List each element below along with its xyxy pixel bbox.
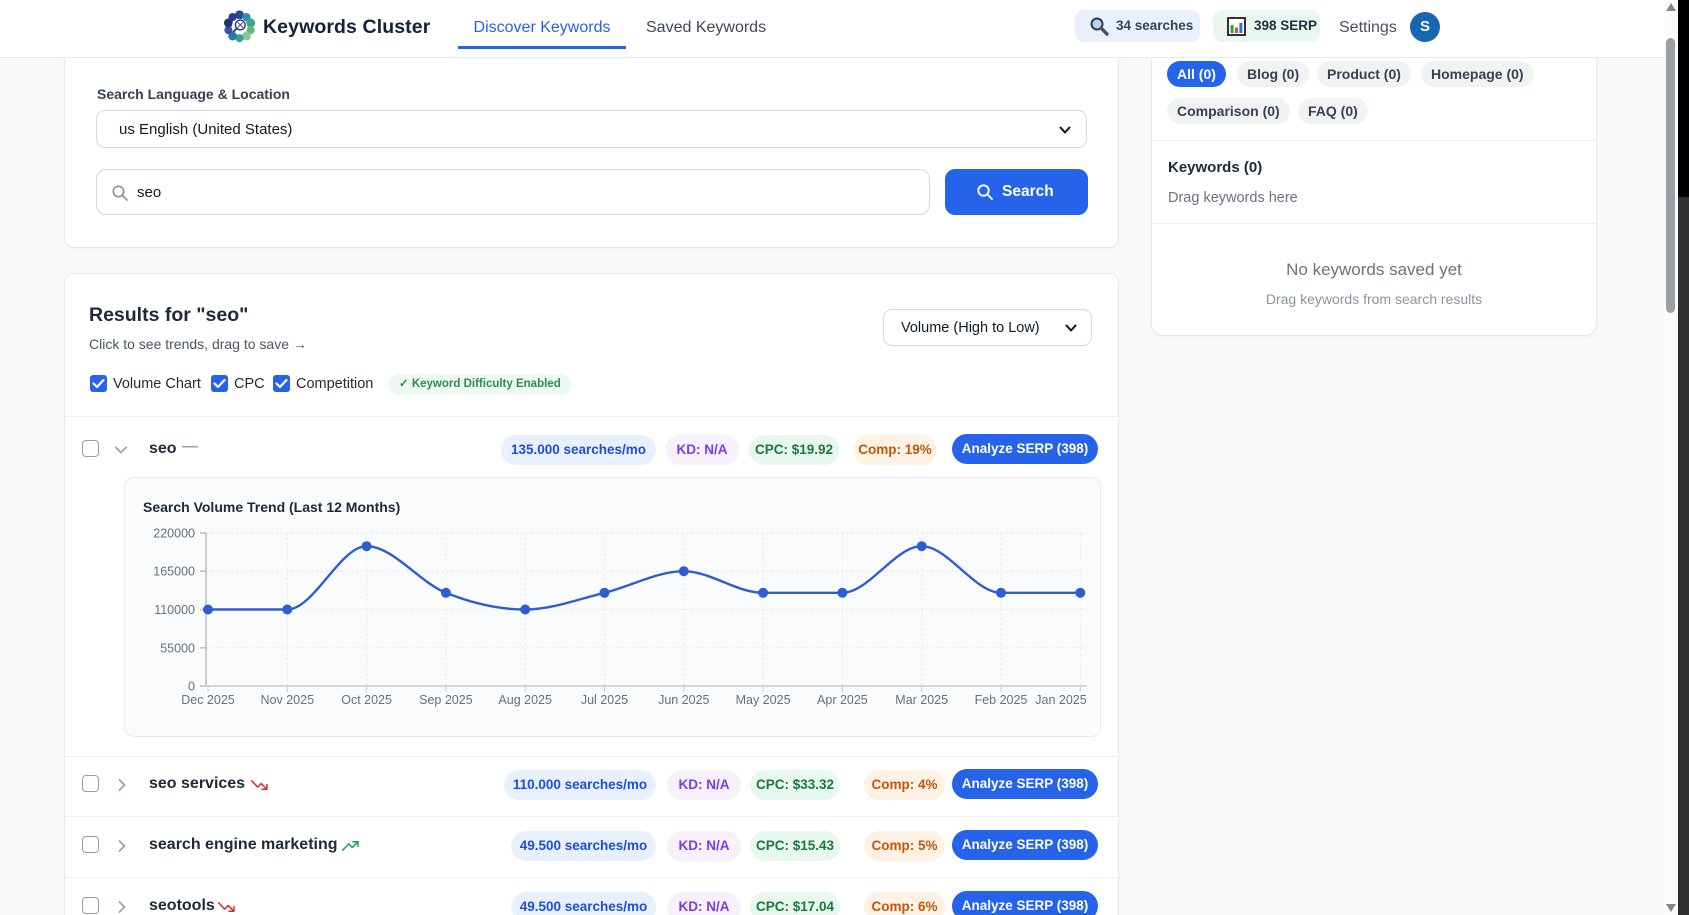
svg-text:May 2025: May 2025: [736, 693, 791, 707]
svg-text:55000: 55000: [160, 641, 195, 655]
svg-text:Jul 2025: Jul 2025: [581, 693, 628, 707]
svg-text:110000: 110000: [154, 603, 195, 617]
svg-text:Aug 2025: Aug 2025: [498, 693, 552, 707]
svg-text:Nov 2025: Nov 2025: [261, 693, 315, 707]
svg-text:0: 0: [188, 680, 195, 694]
svg-text:Apr 2025: Apr 2025: [817, 693, 868, 707]
svg-text:Mar 2025: Mar 2025: [895, 693, 948, 707]
svg-text:165000: 165000: [153, 565, 195, 579]
svg-text:220000: 220000: [153, 527, 195, 541]
svg-text:Feb 2025: Feb 2025: [975, 693, 1028, 707]
svg-text:Jan 2025: Jan 2025: [1035, 693, 1086, 707]
svg-text:Sep 2025: Sep 2025: [419, 693, 473, 707]
svg-text:Oct 2025: Oct 2025: [341, 693, 392, 707]
svg-text:Dec 2025: Dec 2025: [181, 693, 235, 707]
svg-text:Jun 2025: Jun 2025: [658, 693, 709, 707]
